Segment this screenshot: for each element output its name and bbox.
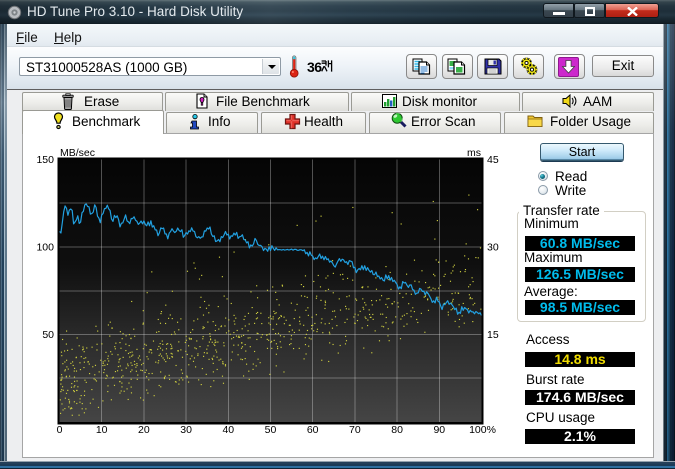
svg-text:30: 30 <box>180 424 192 436</box>
svg-text:150: 150 <box>36 154 54 166</box>
svg-text:100%: 100% <box>469 424 496 436</box>
svg-text:20: 20 <box>138 424 150 436</box>
svg-text:100: 100 <box>36 242 54 254</box>
svg-text:ms: ms <box>467 147 481 159</box>
svg-text:30: 30 <box>487 242 499 254</box>
svg-text:60: 60 <box>307 424 319 436</box>
svg-text:10: 10 <box>96 424 108 436</box>
svg-text:15: 15 <box>487 329 499 341</box>
svg-text:MB/sec: MB/sec <box>60 147 95 159</box>
svg-text:50: 50 <box>265 424 277 436</box>
svg-text:70: 70 <box>349 424 361 436</box>
svg-text:45: 45 <box>487 154 499 166</box>
svg-text:0: 0 <box>57 424 63 436</box>
svg-text:50: 50 <box>42 329 54 341</box>
svg-text:90: 90 <box>433 424 445 436</box>
svg-text:40: 40 <box>222 424 234 436</box>
svg-text:80: 80 <box>391 424 403 436</box>
